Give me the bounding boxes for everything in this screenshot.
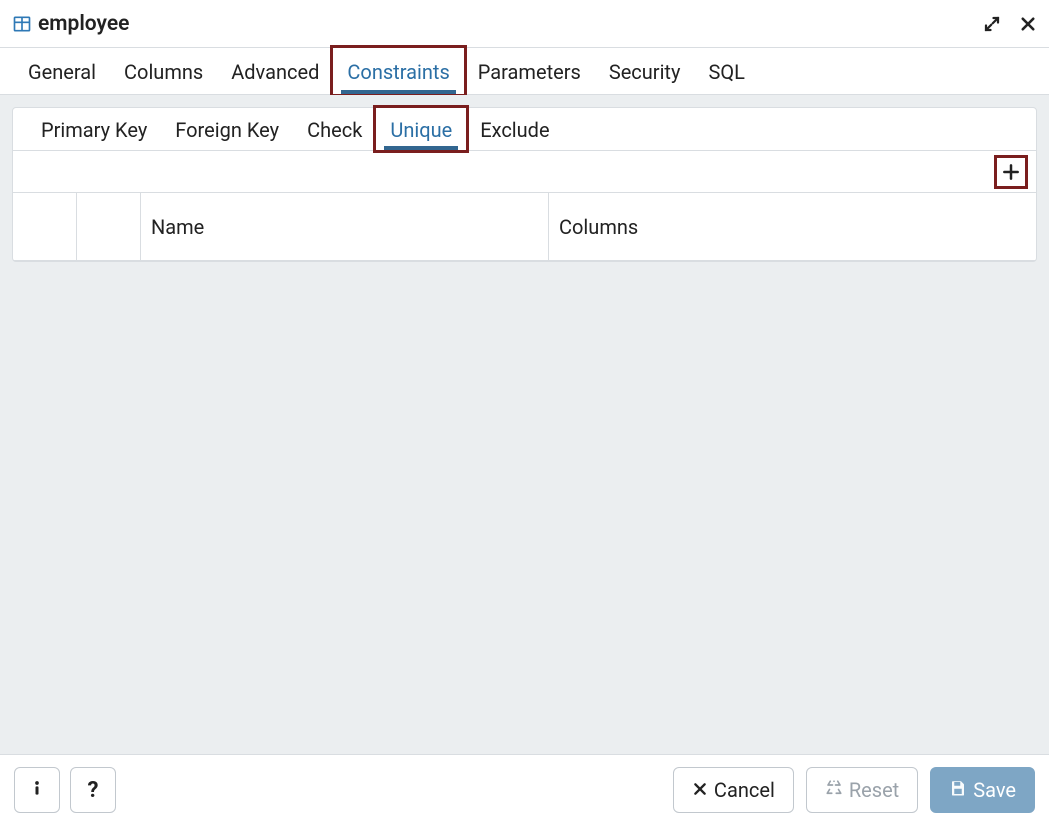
help-button[interactable]: ? xyxy=(70,767,116,813)
close-icon xyxy=(692,778,708,802)
tab-general[interactable]: General xyxy=(14,48,110,94)
grid-toolbar xyxy=(13,151,1036,193)
maximize-icon[interactable] xyxy=(983,15,1001,33)
main-tabs: General Columns Advanced Constraints Par… xyxy=(0,48,1049,95)
grid-header-action-a xyxy=(13,193,77,260)
title-bar: employee xyxy=(0,0,1049,48)
subtab-unique[interactable]: Unique xyxy=(376,108,466,150)
help-icon: ? xyxy=(88,778,99,803)
tab-parameters[interactable]: Parameters xyxy=(464,48,595,94)
grid-header-action-b xyxy=(77,193,141,260)
footer: ? Cancel xyxy=(0,754,1049,825)
save-button[interactable]: Save xyxy=(930,767,1035,813)
highlight-add-button xyxy=(994,155,1028,189)
highlight-unique-subtab: Unique xyxy=(373,105,469,153)
tab-constraints[interactable]: Constraints xyxy=(333,48,463,94)
tab-columns[interactable]: Columns xyxy=(110,48,217,94)
grid-header: Name Columns xyxy=(13,193,1036,261)
title-left: employee xyxy=(12,12,129,36)
subtab-foreign-key[interactable]: Foreign Key xyxy=(161,108,293,150)
dialog: employee General Columns Advanced xyxy=(0,0,1049,825)
info-button[interactable] xyxy=(14,767,60,813)
subtab-check[interactable]: Check xyxy=(293,108,376,150)
grid-header-name: Name xyxy=(141,193,549,260)
add-row-button[interactable] xyxy=(997,158,1025,186)
cancel-button[interactable]: Cancel xyxy=(673,767,794,813)
table-icon xyxy=(12,14,32,34)
tab-advanced[interactable]: Advanced xyxy=(217,48,333,94)
tab-security[interactable]: Security xyxy=(595,48,695,94)
footer-right: Cancel Reset xyxy=(673,767,1035,813)
dialog-title: employee xyxy=(38,12,129,36)
tab-sql[interactable]: SQL xyxy=(694,48,758,94)
cancel-label: Cancel xyxy=(714,778,775,802)
close-icon[interactable] xyxy=(1019,15,1037,33)
subtab-exclude[interactable]: Exclude xyxy=(466,108,563,150)
grid-header-columns: Columns xyxy=(549,193,1036,260)
reset-label: Reset xyxy=(849,778,899,802)
info-icon xyxy=(27,778,47,803)
reset-button[interactable]: Reset xyxy=(806,767,918,813)
title-right xyxy=(983,15,1037,33)
constraint-sub-tabs: Primary Key Foreign Key Check Unique Exc… xyxy=(13,108,1036,151)
constraints-panel: Primary Key Foreign Key Check Unique Exc… xyxy=(12,107,1037,262)
recycle-icon xyxy=(825,778,843,802)
subtab-primary-key[interactable]: Primary Key xyxy=(27,108,161,150)
content-area: Primary Key Foreign Key Check Unique Exc… xyxy=(0,95,1049,754)
save-label: Save xyxy=(973,778,1016,802)
footer-left: ? xyxy=(14,767,116,813)
save-icon xyxy=(949,778,967,802)
highlight-constraints-tab: Constraints xyxy=(330,45,466,97)
